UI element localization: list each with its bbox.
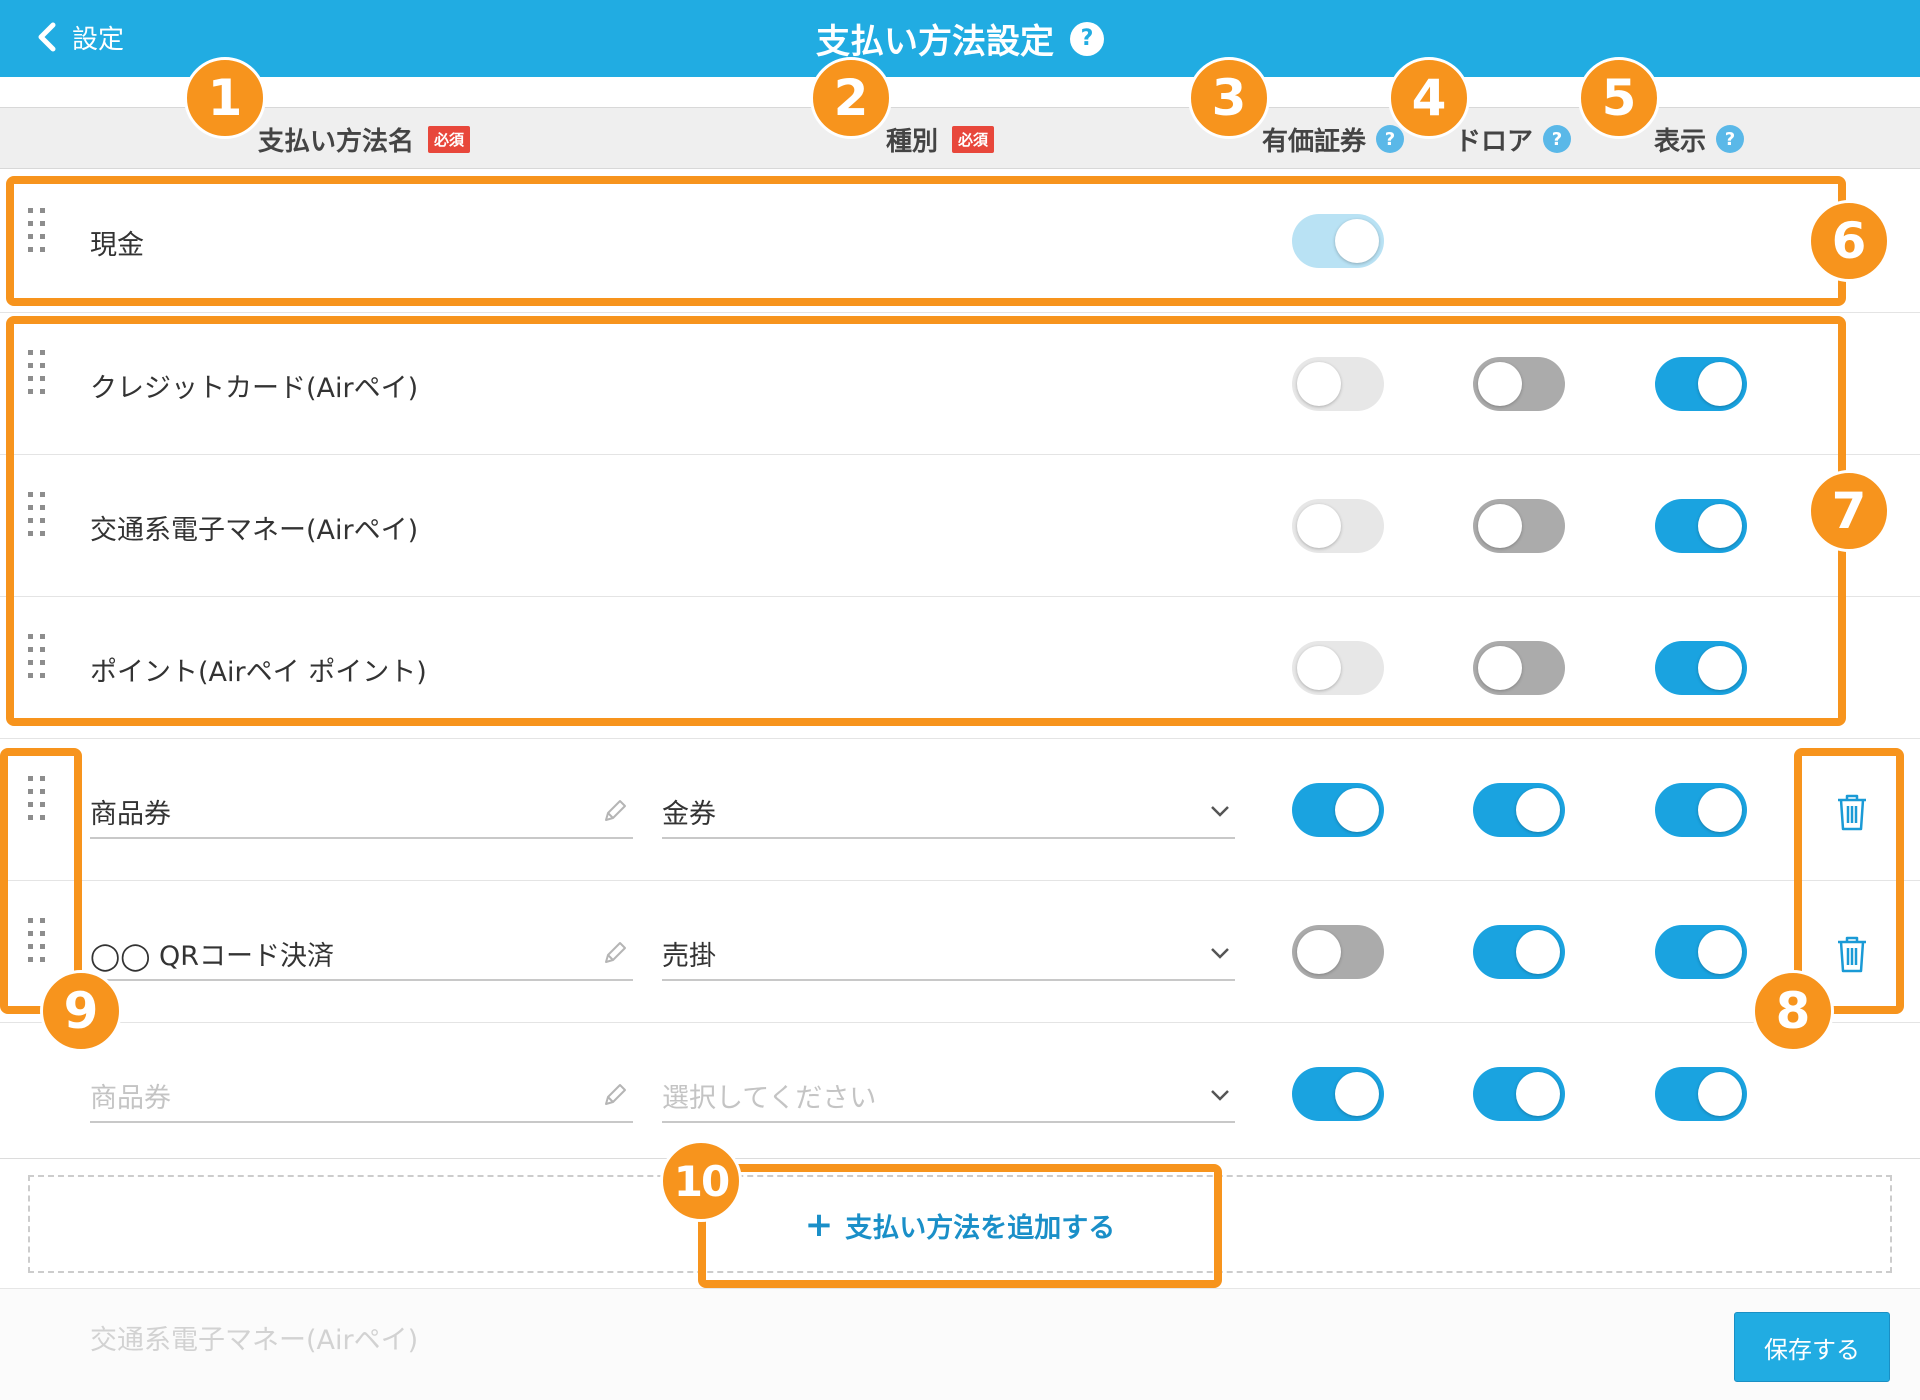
name-input[interactable]: 商品券 bbox=[90, 785, 633, 839]
scrolled-row-ghost: 交通系電子マネー(Airペイ) bbox=[90, 1325, 419, 1356]
name-input-value: 商品券 bbox=[90, 798, 171, 830]
required-badge: 必須 bbox=[952, 125, 995, 153]
row-divider bbox=[0, 1158, 1920, 1159]
column-type: 種別 必須 bbox=[886, 121, 995, 157]
column-drawer: ドロア ? bbox=[1455, 121, 1572, 157]
row-divider bbox=[0, 312, 1920, 313]
column-type-label: 種別 bbox=[886, 126, 939, 157]
callout-badge: 7 bbox=[1808, 470, 1890, 552]
chevron-left-icon bbox=[38, 22, 56, 52]
save-button[interactable]: 保存する bbox=[1734, 1312, 1890, 1382]
highlight-fixed-row bbox=[6, 176, 1846, 306]
column-display: 表示 ? bbox=[1654, 121, 1745, 157]
column-display-label: 表示 bbox=[1654, 126, 1707, 157]
callout-badge: 9 bbox=[40, 970, 122, 1052]
voucher-toggle[interactable] bbox=[1292, 925, 1384, 979]
display-toggle[interactable] bbox=[1655, 925, 1747, 979]
display-toggle[interactable] bbox=[1655, 1067, 1747, 1121]
callout-badge: 1 bbox=[184, 57, 266, 139]
drawer-toggle[interactable] bbox=[1473, 1067, 1565, 1121]
callout-badge: 5 bbox=[1578, 57, 1660, 139]
row-divider bbox=[0, 880, 1920, 881]
type-select[interactable]: 金券 bbox=[662, 785, 1235, 839]
voucher-toggle[interactable] bbox=[1292, 1067, 1384, 1121]
callout-badge: 3 bbox=[1188, 57, 1270, 139]
column-voucher: 有価証券 ? bbox=[1262, 121, 1405, 157]
drawer-toggle[interactable] bbox=[1473, 783, 1565, 837]
chevron-down-icon bbox=[1211, 948, 1229, 959]
pencil-icon bbox=[605, 1084, 626, 1105]
column-voucher-label: 有価証券 bbox=[1262, 126, 1367, 157]
required-badge: 必須 bbox=[428, 125, 471, 153]
callout-badge: 4 bbox=[1388, 57, 1470, 139]
name-placeholder: 商品券 bbox=[90, 1082, 171, 1114]
drawer-toggle[interactable] bbox=[1473, 925, 1565, 979]
row-divider bbox=[0, 1022, 1920, 1023]
type-select-value: 金券 bbox=[662, 798, 716, 830]
type-placeholder: 選択してください bbox=[662, 1082, 877, 1114]
page-title-text: 支払い方法設定 bbox=[816, 22, 1054, 62]
help-icon[interactable]: ? bbox=[1070, 21, 1104, 56]
help-icon[interactable]: ? bbox=[1543, 125, 1572, 153]
callout-badge: 8 bbox=[1752, 970, 1834, 1052]
pencil-icon bbox=[605, 942, 626, 963]
help-icon[interactable]: ? bbox=[1376, 125, 1405, 153]
back-label: 設定 bbox=[72, 24, 125, 55]
chevron-down-icon bbox=[1211, 806, 1229, 817]
column-name: 支払い方法名 必須 bbox=[258, 121, 471, 157]
new-type-select[interactable]: 選択してください bbox=[662, 1069, 1235, 1123]
voucher-toggle[interactable] bbox=[1292, 783, 1384, 837]
display-toggle[interactable] bbox=[1655, 783, 1747, 837]
help-icon[interactable]: ? bbox=[1716, 125, 1745, 153]
name-input-value: ◯◯ QRコード決済 bbox=[90, 940, 335, 972]
callout-badge: 2 bbox=[810, 57, 892, 139]
back-button[interactable]: 設定 bbox=[36, 14, 124, 60]
new-name-input[interactable]: 商品券 bbox=[90, 1069, 633, 1123]
type-select-value: 売掛 bbox=[662, 940, 716, 972]
callout-badge: 6 bbox=[1808, 200, 1890, 282]
callout-badge: 10 bbox=[660, 1140, 742, 1222]
row-divider bbox=[0, 738, 1920, 739]
chevron-down-icon bbox=[1211, 1090, 1229, 1101]
pencil-icon bbox=[605, 800, 626, 821]
column-name-label: 支払い方法名 bbox=[258, 126, 415, 157]
highlight-airpay-rows bbox=[6, 316, 1846, 726]
column-drawer-label: ドロア bbox=[1455, 126, 1534, 157]
type-select[interactable]: 売掛 bbox=[662, 927, 1235, 981]
name-input[interactable]: ◯◯ QRコード決済 bbox=[90, 927, 633, 981]
highlight-add-button bbox=[698, 1164, 1222, 1288]
